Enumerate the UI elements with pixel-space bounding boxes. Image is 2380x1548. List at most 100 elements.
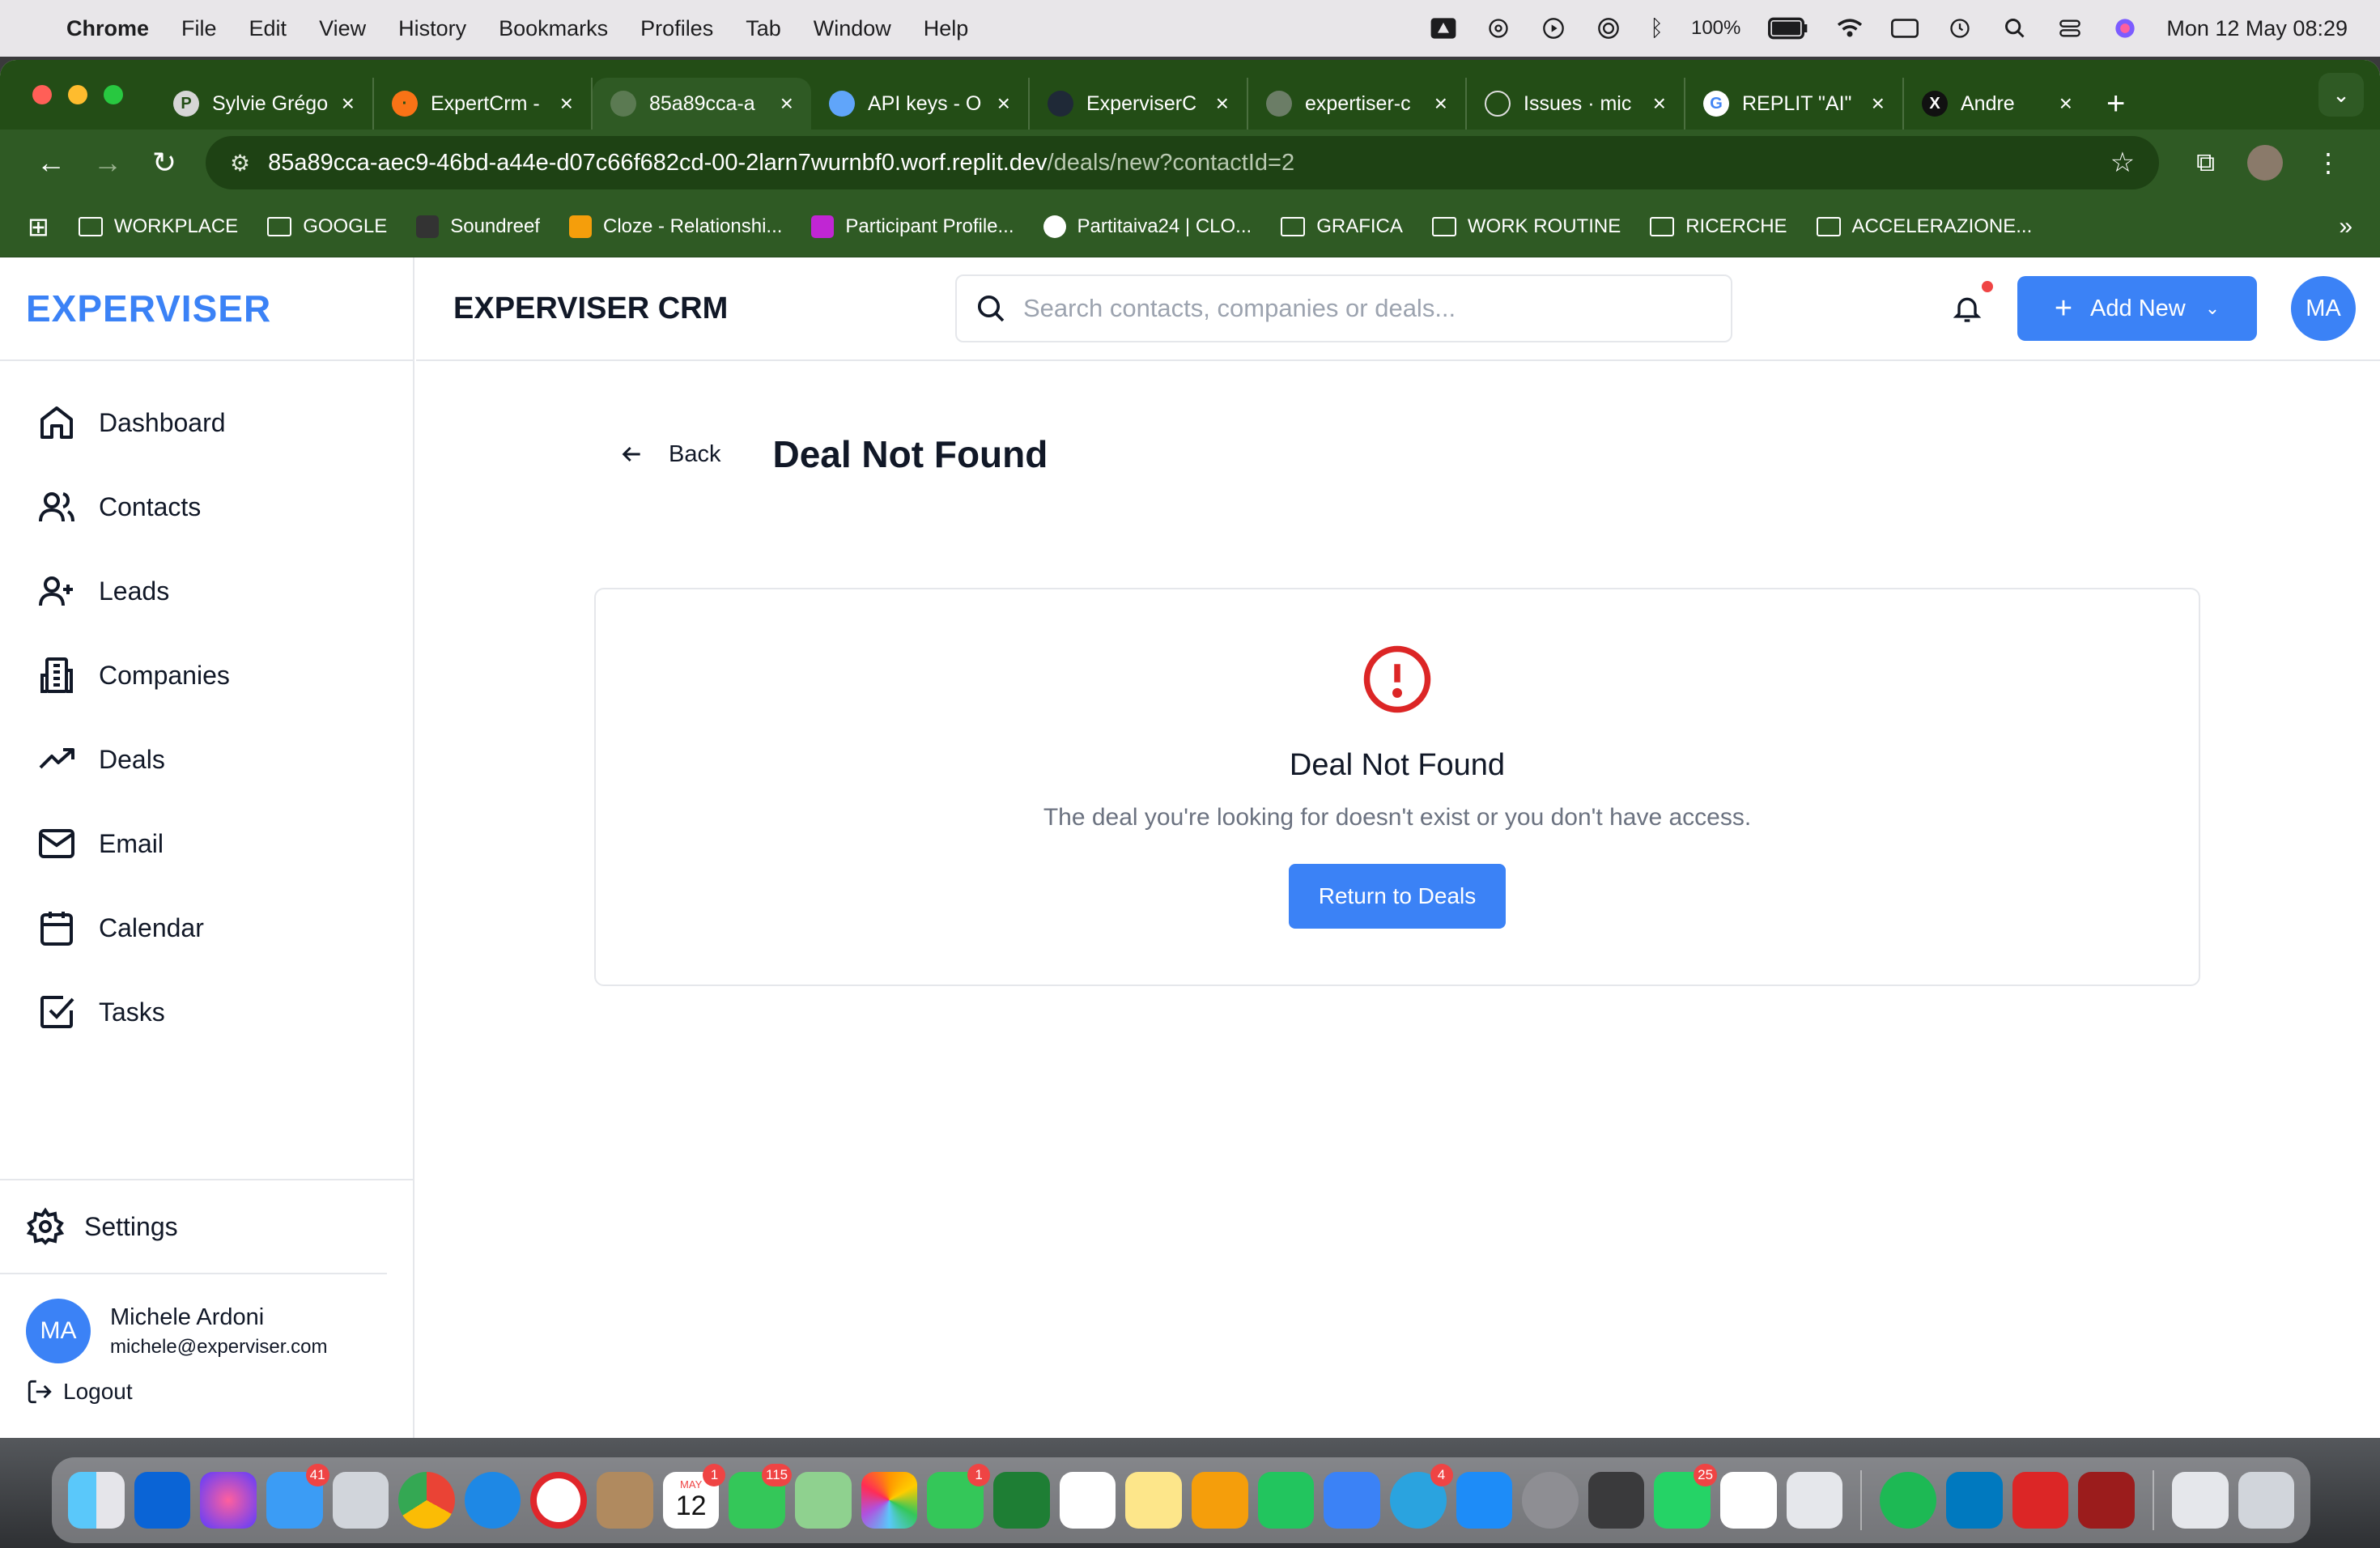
bookmark-link[interactable]: Partitaiva24 | CLO...: [1043, 215, 1252, 238]
menu-view[interactable]: View: [319, 16, 366, 41]
chatgpt-app-icon[interactable]: [1720, 1472, 1777, 1529]
opera-icon[interactable]: [530, 1472, 588, 1529]
bookmarks-overflow-icon[interactable]: »: [2339, 213, 2352, 240]
iphone-mirroring-icon[interactable]: [1786, 1472, 1843, 1529]
sidebar-item-dashboard[interactable]: Dashboard: [0, 381, 413, 465]
wifi-icon[interactable]: [1836, 17, 1864, 40]
siri-icon[interactable]: [2111, 17, 2139, 40]
whatsapp-app-icon[interactable]: 25: [1654, 1464, 1718, 1529]
forward-arrow-icon[interactable]: →: [79, 146, 136, 180]
minimize-window-button[interactable]: [68, 85, 87, 104]
bookmark-folder[interactable]: RICERCHE: [1650, 215, 1787, 238]
siri-app-icon[interactable]: [200, 1472, 257, 1529]
bookmark-link[interactable]: Soundreef: [416, 215, 540, 238]
tab-close-icon[interactable]: ×: [1216, 91, 1229, 117]
numbers-app-icon[interactable]: [1257, 1472, 1315, 1529]
sidebar-item-tasks[interactable]: Tasks: [0, 970, 413, 1054]
bookmark-folder[interactable]: ACCELERAZIONE...: [1816, 215, 2032, 238]
browser-tab[interactable]: G REPLIT "AI" ×: [1685, 78, 1904, 130]
sidebar-item-deals[interactable]: Deals: [0, 717, 413, 802]
apps-grid-icon[interactable]: ⊞: [28, 211, 49, 242]
maps-app-icon[interactable]: [795, 1472, 852, 1529]
play-icon[interactable]: [1540, 17, 1567, 40]
site-info-icon[interactable]: ⚙: [230, 150, 250, 176]
browser-tab[interactable]: P Sylvie Grégo ×: [155, 78, 374, 130]
drive-icon[interactable]: [1430, 17, 1457, 40]
user-profile[interactable]: MA Michele Ardoni michele@experviser.com: [0, 1274, 413, 1363]
browser-tab[interactable]: API keys - O ×: [811, 78, 1030, 130]
menu-tab[interactable]: Tab: [746, 16, 781, 41]
menu-app-name[interactable]: Chrome: [66, 16, 149, 41]
safari-icon[interactable]: [464, 1472, 521, 1529]
sidebar-item-companies[interactable]: Companies: [0, 633, 413, 717]
add-new-button[interactable]: + Add New ⌄: [2017, 276, 2257, 341]
chrome-menu-icon[interactable]: ⋮: [2315, 147, 2341, 178]
extensions-icon[interactable]: ⧉: [2196, 147, 2215, 178]
tab-close-icon[interactable]: ×: [997, 91, 1010, 117]
bookmark-link[interactable]: Cloze - Relationshi...: [568, 215, 782, 238]
logout-button[interactable]: Logout: [0, 1363, 413, 1438]
chatgpt-icon[interactable]: [1485, 17, 1512, 40]
sidebar-item-leads[interactable]: Leads: [0, 549, 413, 633]
sidebar-item-email[interactable]: Email: [0, 802, 413, 886]
browser-tab[interactable]: Issues · mic ×: [1467, 78, 1685, 130]
back-arrow-icon[interactable]: ←: [23, 146, 79, 180]
downloads-stack-icon[interactable]: [2171, 1472, 2229, 1529]
evernote-app-icon[interactable]: [1059, 1472, 1116, 1529]
tab-close-icon[interactable]: ×: [1872, 91, 1885, 117]
contacts-app-icon[interactable]: [597, 1472, 653, 1529]
finder-icon[interactable]: [68, 1472, 125, 1529]
outlook-icon[interactable]: [134, 1472, 191, 1529]
system-settings-icon[interactable]: [1522, 1472, 1579, 1529]
menu-history[interactable]: History: [398, 16, 466, 41]
notes-app-icon[interactable]: [1125, 1472, 1182, 1529]
spotify-app-icon[interactable]: [1880, 1472, 1936, 1529]
menu-help[interactable]: Help: [924, 16, 969, 41]
browser-tab[interactable]: ExperviserC ×: [1030, 78, 1248, 130]
bookmark-folder[interactable]: GRAFICA: [1281, 215, 1403, 238]
reload-icon[interactable]: ↻: [136, 146, 193, 180]
sidebar-item-settings[interactable]: Settings: [0, 1180, 387, 1274]
tab-close-icon[interactable]: ×: [342, 91, 355, 117]
address-bar[interactable]: ⚙ 85a89cca-aec9-46bd-a44e-d07c66f682cd-0…: [206, 136, 2160, 189]
search-input[interactable]: Search contacts, companies or deals...: [955, 274, 1732, 342]
notifications-button[interactable]: [1951, 281, 1993, 325]
chrome-app-icon[interactable]: [398, 1472, 455, 1529]
tab-search-chevron-icon[interactable]: ⌄: [2318, 73, 2364, 117]
bookmark-star-icon[interactable]: ☆: [2110, 147, 2135, 179]
bookmark-folder[interactable]: GOOGLE: [267, 215, 387, 238]
telegram-app-icon[interactable]: 4: [1389, 1464, 1453, 1529]
close-window-button[interactable]: [32, 85, 52, 104]
browser-tab-active[interactable]: 85a89cca-a ×: [593, 78, 811, 130]
control-center-icon[interactable]: [2056, 17, 2084, 40]
bookmark-folder[interactable]: WORK ROUTINE: [1431, 215, 1621, 238]
menu-edit[interactable]: Edit: [249, 16, 287, 41]
menu-file[interactable]: File: [181, 16, 217, 41]
zoom-window-button[interactable]: [104, 85, 123, 104]
new-tab-button[interactable]: +: [2106, 86, 2125, 122]
menu-profiles[interactable]: Profiles: [640, 16, 713, 41]
back-button[interactable]: Back: [618, 441, 720, 468]
tab-close-icon[interactable]: ×: [780, 91, 793, 117]
acrobat-app-icon[interactable]: [2012, 1472, 2069, 1529]
sidebar-item-calendar[interactable]: Calendar: [0, 886, 413, 970]
chat-app-icon[interactable]: [993, 1472, 1050, 1529]
menu-bookmarks[interactable]: Bookmarks: [499, 16, 608, 41]
trello-app-icon[interactable]: [1946, 1472, 2003, 1529]
bookmark-folder[interactable]: WORKPLACE: [78, 215, 238, 238]
header-avatar[interactable]: MA: [2291, 276, 2356, 341]
browser-tab[interactable]: · ExpertCrm - ×: [374, 78, 593, 130]
browser-tab[interactable]: X Andre ×: [1904, 78, 2090, 130]
menu-window[interactable]: Window: [814, 16, 891, 41]
dictionary-app-icon[interactable]: [2078, 1472, 2135, 1529]
photos-app-icon[interactable]: [861, 1472, 918, 1529]
bluetooth-icon[interactable]: ᛒ: [1650, 15, 1664, 41]
keynote-app-icon[interactable]: [1324, 1472, 1380, 1529]
tab-close-icon[interactable]: ×: [1653, 91, 1666, 117]
calendar-app-icon[interactable]: MAY 12 1: [662, 1464, 726, 1529]
tab-close-icon[interactable]: ×: [1434, 91, 1447, 117]
profile-avatar[interactable]: [2247, 145, 2283, 181]
menu-clock[interactable]: Mon 12 May 08:29: [2166, 16, 2348, 41]
return-to-deals-button[interactable]: Return to Deals: [1289, 864, 1506, 929]
brand-logo[interactable]: EXPERVISER: [0, 257, 413, 361]
